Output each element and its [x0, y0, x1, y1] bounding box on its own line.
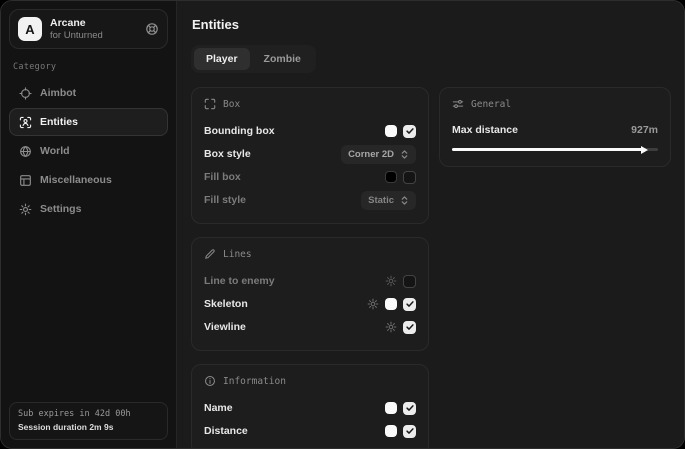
main-panel: Entities Player Zombie Box — [177, 1, 684, 448]
color-swatch[interactable] — [385, 125, 397, 137]
section-title: Information — [223, 376, 286, 387]
sidebar-item-aimbot[interactable]: Aimbot — [9, 79, 168, 107]
sidebar-item-label: World — [40, 145, 70, 157]
page-title: Entities — [192, 17, 671, 32]
sidebar-item-entities[interactable]: Entities — [9, 108, 168, 136]
crosshair-icon — [19, 87, 32, 100]
arcane-logo: A — [18, 17, 42, 41]
sub-expiry-text: Sub expires in 42d 00h — [18, 409, 159, 419]
chevrons-up-down-icon — [400, 195, 409, 206]
setting-row-box-style: Box style Corner 2D — [204, 143, 416, 165]
gear-icon[interactable] — [385, 321, 397, 333]
distance-checkbox[interactable] — [403, 425, 416, 438]
color-swatch[interactable] — [385, 402, 397, 414]
information-section: Information Name Distance — [191, 364, 429, 448]
line-to-enemy-checkbox[interactable] — [403, 275, 416, 288]
slider-thumb[interactable] — [641, 146, 648, 154]
setting-row-fill-style: Fill style Static — [204, 189, 416, 211]
layout-grid-icon — [19, 174, 32, 187]
info-icon — [204, 375, 216, 387]
tab-player[interactable]: Player — [194, 48, 250, 70]
arcane-window: A Arcane for Unturned Category A — [0, 0, 685, 449]
box-section: Box Bounding box Box style — [191, 87, 429, 224]
brand-card: A Arcane for Unturned — [9, 9, 168, 49]
max-distance-value: 927m — [631, 124, 658, 136]
fill-style-dropdown[interactable]: Static — [361, 191, 416, 210]
lines-section: Lines Line to enemy Skeleton — [191, 237, 429, 351]
setting-row-max-distance: Max distance 927m — [452, 120, 658, 140]
sidebar-item-settings[interactable]: Settings — [9, 195, 168, 223]
sidebar-item-label: Entities — [40, 116, 78, 128]
gear-icon[interactable] — [367, 298, 379, 310]
sidebar-item-label: Miscellaneous — [40, 174, 112, 186]
max-distance-slider[interactable] — [452, 145, 658, 154]
bounding-box-checkbox[interactable] — [403, 125, 416, 138]
setting-row-distance: Distance — [204, 420, 416, 442]
section-title: Lines — [223, 249, 252, 260]
fill-box-checkbox[interactable] — [403, 171, 416, 184]
session-duration-text: Session duration 2m 9s — [18, 422, 159, 432]
sidebar-item-label: Settings — [40, 203, 81, 215]
skeleton-checkbox[interactable] — [403, 298, 416, 311]
setting-row-bounding-box: Bounding box — [204, 120, 416, 142]
section-title: General — [471, 99, 511, 110]
box-scan-icon — [204, 98, 216, 110]
globe-icon — [19, 145, 32, 158]
sliders-icon — [452, 98, 464, 110]
subscription-card: Sub expires in 42d 00h Session duration … — [9, 402, 168, 440]
setting-row-line-to-enemy: Line to enemy — [204, 270, 416, 292]
setting-row-name: Name — [204, 397, 416, 419]
brand-title: Arcane — [50, 17, 103, 29]
viewline-checkbox[interactable] — [403, 321, 416, 334]
sidebar-item-world[interactable]: World — [9, 137, 168, 165]
sidebar-nav: Aimbot Entities World — [9, 79, 168, 223]
tab-zombie[interactable]: Zombie — [252, 48, 313, 70]
category-label: Category — [13, 62, 164, 72]
brand-subtitle: for Unturned — [50, 30, 103, 41]
sidebar-item-miscellaneous[interactable]: Miscellaneous — [9, 166, 168, 194]
color-swatch[interactable] — [385, 425, 397, 437]
entity-tabs: Player Zombie — [191, 45, 316, 73]
person-scan-icon — [19, 116, 32, 129]
pencil-line-icon — [204, 248, 216, 260]
color-swatch[interactable] — [385, 298, 397, 310]
sidebar-item-label: Aimbot — [40, 87, 76, 99]
chevrons-up-down-icon — [400, 149, 409, 160]
setting-row-viewline: Viewline — [204, 316, 416, 338]
sidebar: A Arcane for Unturned Category A — [1, 1, 177, 448]
gear-icon — [19, 203, 32, 216]
name-checkbox[interactable] — [403, 402, 416, 415]
color-swatch[interactable] — [385, 171, 397, 183]
section-title: Box — [223, 99, 240, 110]
general-section: General Max distance 927m — [439, 87, 671, 167]
setting-row-skeleton: Skeleton — [204, 293, 416, 315]
box-style-dropdown[interactable]: Corner 2D — [341, 145, 416, 164]
gear-icon[interactable] — [385, 275, 397, 287]
lifebuoy-icon[interactable] — [145, 22, 159, 36]
setting-row-fill-box: Fill box — [204, 166, 416, 188]
